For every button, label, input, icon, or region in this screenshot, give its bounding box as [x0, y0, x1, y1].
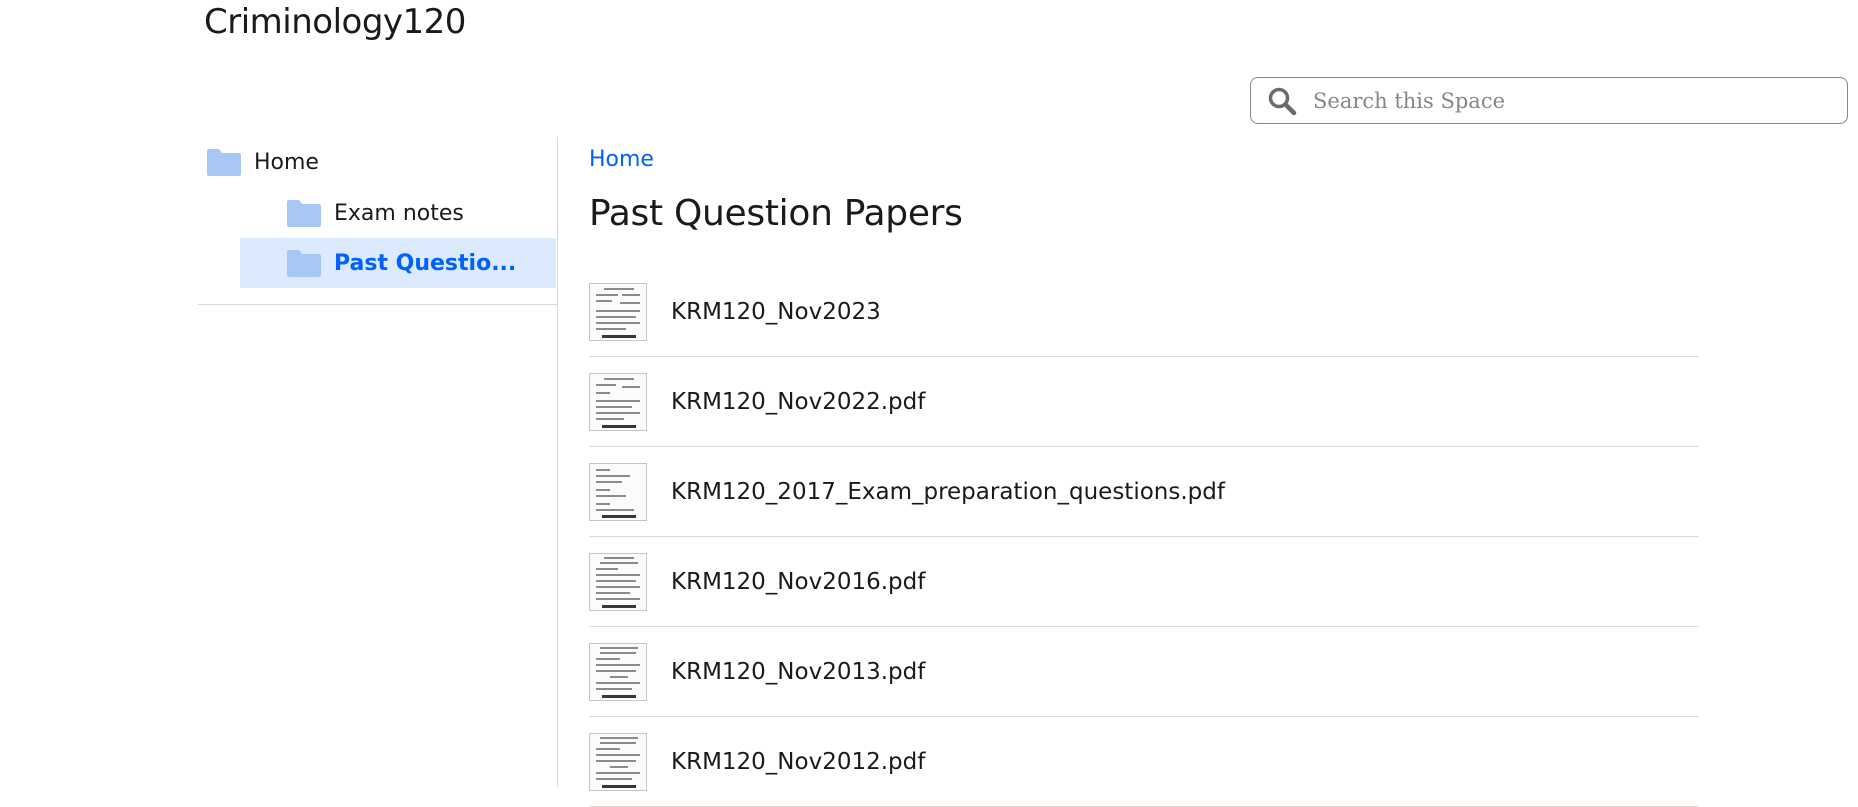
search-icon	[1267, 86, 1297, 116]
sidebar-divider	[198, 304, 558, 305]
space-title: Criminology120	[204, 2, 466, 42]
folder-icon	[286, 248, 322, 278]
pdf-thumbnail-icon	[589, 372, 647, 431]
search-box[interactable]	[1250, 77, 1848, 124]
file-row[interactable]: KRM120_Nov2012.pdf	[589, 717, 1699, 807]
file-list: KRM120_Nov2023 KRM120_Nov2022.pdf KRM120…	[589, 267, 1699, 807]
file-row[interactable]: KRM120_2017_Exam_preparation_questions.p…	[589, 447, 1699, 537]
pdf-thumbnail-icon	[589, 282, 647, 341]
file-name: KRM120_Nov2016.pdf	[671, 568, 926, 595]
folder-icon	[286, 198, 322, 228]
sidebar-item-label: Past Questio...	[334, 250, 517, 276]
sidebar-item-past-question-papers[interactable]: Past Questio...	[240, 238, 556, 288]
file-name: KRM120_2017_Exam_preparation_questions.p…	[671, 478, 1225, 505]
pdf-thumbnail-icon	[589, 642, 647, 701]
folder-icon	[206, 147, 242, 177]
pdf-thumbnail-icon	[589, 552, 647, 611]
file-name: KRM120_Nov2023	[671, 298, 881, 325]
file-name: KRM120_Nov2012.pdf	[671, 748, 926, 775]
file-row[interactable]: KRM120_Nov2023	[589, 267, 1699, 357]
file-row[interactable]: KRM120_Nov2013.pdf	[589, 627, 1699, 717]
pdf-thumbnail-icon	[589, 462, 647, 521]
file-row[interactable]: KRM120_Nov2022.pdf	[589, 357, 1699, 447]
sidebar-item-home[interactable]: Home	[206, 137, 546, 187]
file-name: KRM120_Nov2013.pdf	[671, 658, 926, 685]
breadcrumb-home-link[interactable]: Home	[589, 147, 654, 172]
page-title: Past Question Papers	[589, 193, 963, 234]
sidebar-item-label: Exam notes	[334, 200, 464, 226]
sidebar-item-label: Home	[254, 149, 319, 175]
panel-divider	[557, 137, 558, 787]
search-input[interactable]	[1311, 81, 1847, 120]
sidebar-item-exam-notes[interactable]: Exam notes	[286, 188, 546, 238]
pdf-thumbnail-icon	[589, 732, 647, 791]
file-row[interactable]: KRM120_Nov2016.pdf	[589, 537, 1699, 627]
file-name: KRM120_Nov2022.pdf	[671, 388, 926, 415]
